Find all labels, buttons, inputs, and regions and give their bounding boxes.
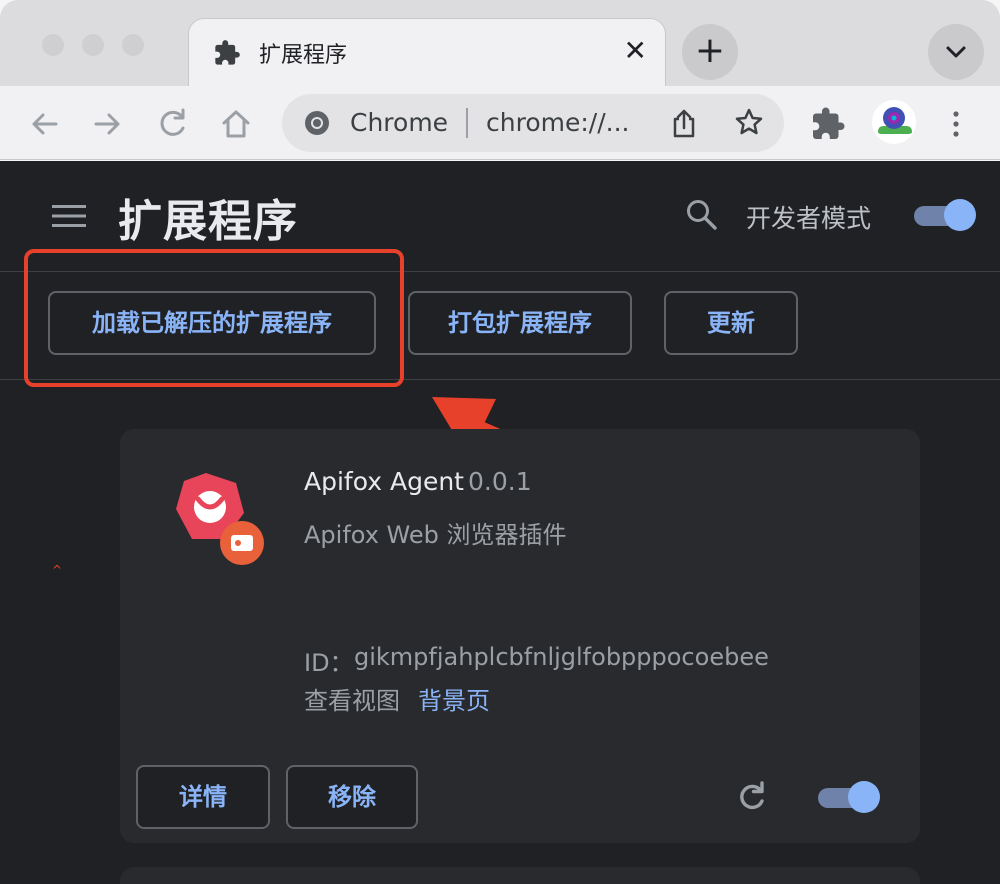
annotation-caret: ^ xyxy=(52,563,63,577)
reload-extension-icon[interactable] xyxy=(734,779,770,815)
inspect-views-label: 查看视图 xyxy=(304,687,400,715)
window-zoom-dot[interactable] xyxy=(122,34,144,56)
omnibox-divider xyxy=(466,108,468,138)
background-page-link[interactable]: 背景页 xyxy=(418,681,490,716)
apifox-logo-icon xyxy=(176,473,264,565)
chrome-icon xyxy=(305,111,329,135)
toggle-knob xyxy=(944,199,976,231)
extension-id: gikmpfjahplcbfnljglfobpppocoebee xyxy=(354,643,769,671)
annotation-highlight-box xyxy=(24,249,404,387)
page-title: 扩展程序 xyxy=(118,196,298,247)
back-arrow-icon[interactable] xyxy=(24,104,64,144)
tab-strip: 扩展程序 ✕ + xyxy=(0,0,1000,88)
site-label: Chrome xyxy=(350,108,449,137)
update-button[interactable]: 更新 xyxy=(664,291,798,355)
extension-description: Apifox Web 浏览器插件 xyxy=(304,521,567,549)
home-icon[interactable] xyxy=(216,104,256,144)
next-extension-card xyxy=(120,867,920,884)
extension-version: 0.0.1 xyxy=(468,467,532,496)
reload-icon[interactable] xyxy=(152,104,192,144)
extensions-page: 扩展程序 开发者模式 加载已解压的扩展程序 打包扩展程序 更新 ^ Apifox… xyxy=(0,161,1000,884)
bookmark-star-icon[interactable] xyxy=(734,107,764,137)
hamburger-menu-icon[interactable] xyxy=(52,203,86,229)
chevron-down-icon xyxy=(946,46,966,58)
search-icon[interactable] xyxy=(684,197,720,233)
address-bar[interactable]: Chrome chrome://... xyxy=(282,94,784,152)
pack-extension-button[interactable]: 打包扩展程序 xyxy=(408,291,632,355)
profile-avatar[interactable] xyxy=(872,100,916,144)
extension-card: Apifox Agent 0.0.1 Apifox Web 浏览器插件 ID： … xyxy=(120,429,920,843)
url-text[interactable]: chrome://... xyxy=(486,108,629,137)
window-close-dot[interactable] xyxy=(42,34,64,56)
tab-close-icon[interactable]: ✕ xyxy=(624,33,647,69)
toggle-knob xyxy=(848,781,880,813)
developer-mode-label: 开发者模式 xyxy=(746,204,872,233)
snail-avatar-icon xyxy=(878,107,912,134)
tab-extensions[interactable]: 扩展程序 ✕ xyxy=(188,18,666,88)
extension-id-label: ID： xyxy=(304,649,354,677)
forward-arrow-icon[interactable] xyxy=(88,104,128,144)
extensions-puzzle-icon[interactable] xyxy=(810,106,846,142)
remove-button[interactable]: 移除 xyxy=(286,765,418,829)
tab-search-button[interactable] xyxy=(928,24,984,80)
browser-toolbar: Chrome chrome://... xyxy=(0,86,1000,160)
extension-name: Apifox Agent xyxy=(304,467,464,496)
more-vert-icon[interactable] xyxy=(946,106,966,142)
details-button[interactable]: 详情 xyxy=(136,765,270,829)
extension-enable-toggle[interactable] xyxy=(816,779,880,815)
window-minimize-dot[interactable] xyxy=(82,34,104,56)
tab-title: 扩展程序 xyxy=(259,43,348,68)
puzzle-icon xyxy=(215,40,240,65)
share-icon[interactable] xyxy=(670,108,698,138)
new-tab-button[interactable]: + xyxy=(682,24,738,80)
developer-mode-toggle[interactable] xyxy=(912,197,976,233)
